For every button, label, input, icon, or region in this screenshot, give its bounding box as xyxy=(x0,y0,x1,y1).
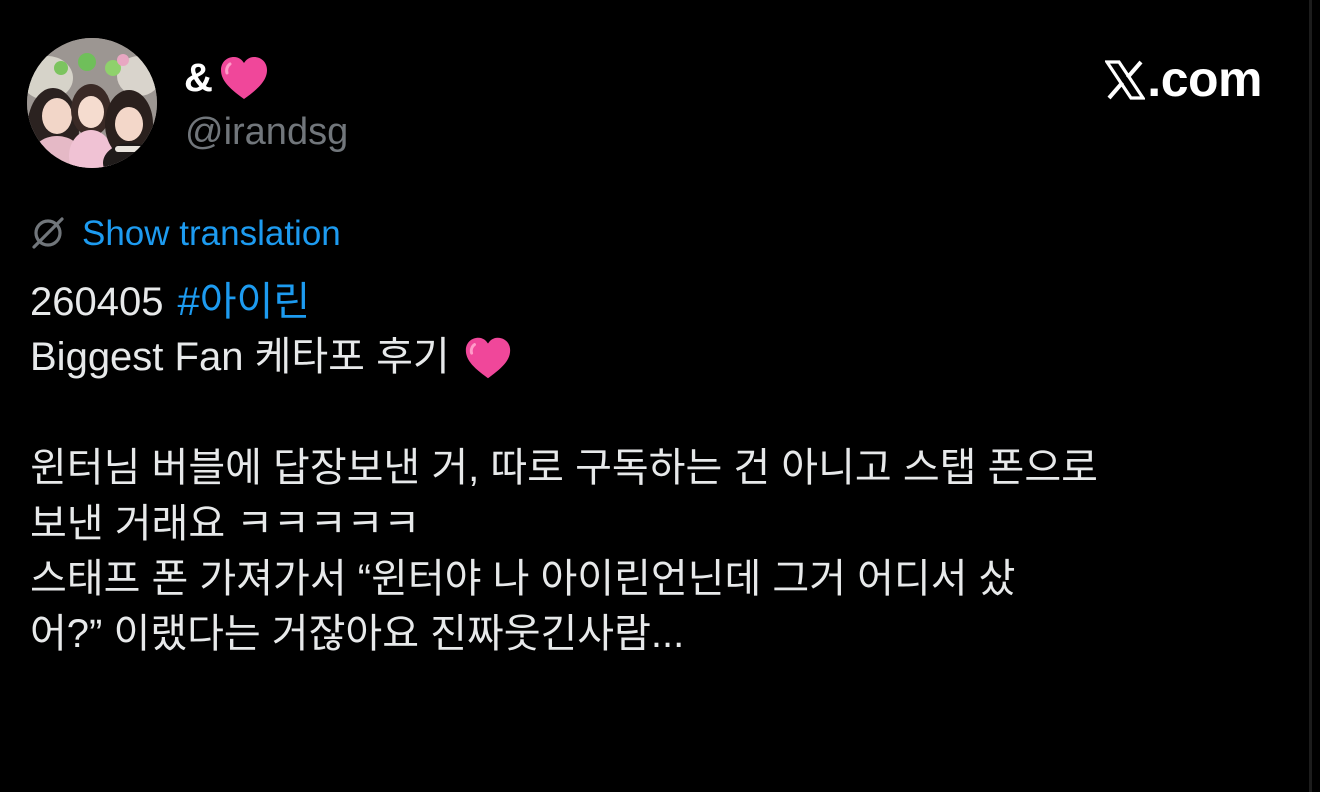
tweet-date: 260405 xyxy=(30,280,164,324)
scroll-edge xyxy=(1309,0,1312,792)
avatar[interactable] xyxy=(27,38,157,168)
brand-domain: .com xyxy=(1147,51,1262,107)
tweet-line: 보낸 거래요 ㅋㅋㅋㅋㅋ xyxy=(30,501,421,546)
brand-watermark: .com xyxy=(1105,52,1262,107)
display-name-text: & xyxy=(184,56,213,100)
pink-heart-icon xyxy=(465,337,510,379)
display-name[interactable]: & xyxy=(184,50,271,106)
hashtag-link[interactable]: #아이린 xyxy=(177,275,310,330)
tweet-title: Biggest Fan 케타포 후기 xyxy=(30,335,450,380)
pink-heart-icon xyxy=(220,57,267,99)
x-logo-icon xyxy=(1105,59,1146,100)
tweet-body: 260405 #아이린 Biggest Fan 케타포 후기 윈터님 버블에 답… xyxy=(30,275,1300,663)
user-handle[interactable]: @irandsg xyxy=(185,110,348,156)
translation-row[interactable]: Show translation xyxy=(30,210,341,256)
tweet-line: 어?” 이랬다는 거잖아요 진짜웃긴사람... xyxy=(30,612,685,657)
tweet-line-date: 260405 #아이린 xyxy=(30,275,1300,330)
tweet-line: 스태프 폰 가져가서 “윈터야 나 아이린언닌데 그거 어디서 샀 xyxy=(30,556,1016,601)
show-translation-link[interactable]: Show translation xyxy=(82,216,341,251)
tweet-line-title: Biggest Fan 케타포 후기 xyxy=(30,330,1300,385)
tweet-line: 윈터님 버블에 답장보낸 거, 따로 구독하는 건 아니고 스탭 폰으로 xyxy=(30,446,1098,491)
globe-slash-icon xyxy=(32,217,64,249)
